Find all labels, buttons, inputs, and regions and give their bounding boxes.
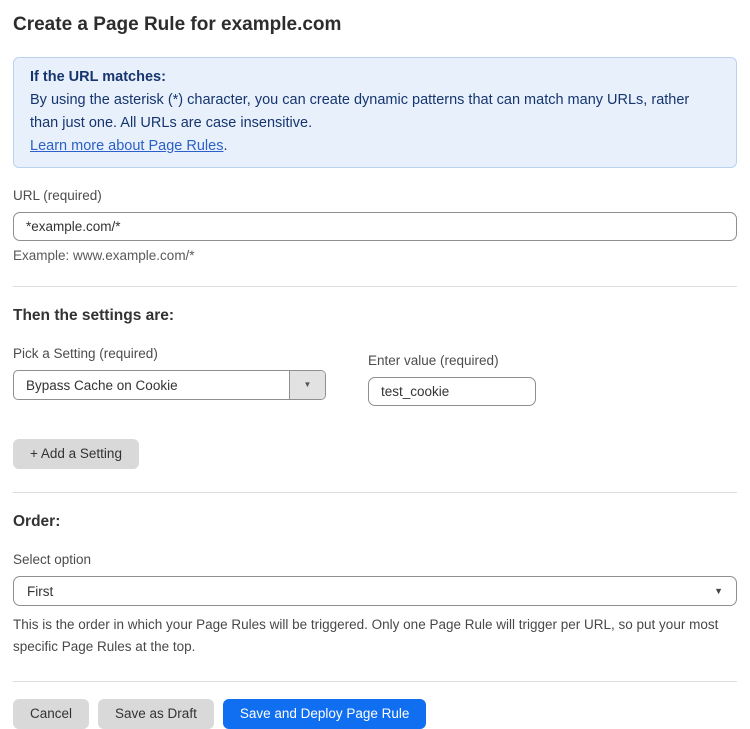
- setting-value-input[interactable]: [368, 377, 536, 406]
- info-box-body: By using the asterisk (*) character, you…: [30, 89, 720, 135]
- order-select[interactable]: First ▼: [13, 576, 737, 606]
- cancel-button[interactable]: Cancel: [13, 699, 89, 729]
- add-setting-button[interactable]: + Add a Setting: [13, 439, 139, 469]
- learn-more-link[interactable]: Learn more about Page Rules: [30, 138, 223, 154]
- url-label: URL (required): [13, 188, 737, 204]
- chevron-down-icon: ▼: [714, 587, 723, 596]
- enter-value-label: Enter value (required): [368, 353, 536, 369]
- order-help-text: This is the order in which your Page Rul…: [13, 614, 739, 658]
- url-input[interactable]: [13, 212, 737, 241]
- info-box-heading: If the URL matches:: [30, 66, 720, 89]
- url-matches-info-box: If the URL matches: By using the asteris…: [13, 57, 737, 168]
- divider: [13, 681, 737, 682]
- order-section-heading: Order:: [13, 513, 737, 531]
- create-page-rule-form: Create a Page Rule for example.com If th…: [0, 0, 750, 729]
- order-select-value: First: [27, 584, 53, 599]
- divider: [13, 492, 737, 493]
- link-suffix: .: [223, 138, 227, 154]
- chevron-down-icon: ▼: [304, 381, 312, 389]
- page-title: Create a Page Rule for example.com: [13, 14, 737, 36]
- setting-dropdown-value: Bypass Cache on Cookie: [14, 371, 289, 399]
- pick-setting-column: Pick a Setting (required) Bypass Cache o…: [13, 346, 326, 406]
- url-example-hint: Example: www.example.com/*: [13, 248, 737, 263]
- order-select-label: Select option: [13, 552, 737, 568]
- footer-actions: Cancel Save as Draft Save and Deploy Pag…: [13, 699, 737, 729]
- save-and-deploy-button[interactable]: Save and Deploy Page Rule: [223, 699, 427, 729]
- setting-dropdown-arrow-button[interactable]: ▼: [289, 371, 325, 399]
- settings-section-heading: Then the settings are:: [13, 307, 737, 325]
- setting-dropdown[interactable]: Bypass Cache on Cookie ▼: [13, 370, 326, 400]
- pick-setting-label: Pick a Setting (required): [13, 346, 326, 362]
- save-as-draft-button[interactable]: Save as Draft: [98, 699, 214, 729]
- divider: [13, 286, 737, 287]
- settings-row: Pick a Setting (required) Bypass Cache o…: [13, 346, 737, 406]
- info-box-link-line: Learn more about Page Rules.: [30, 135, 720, 158]
- enter-value-column: Enter value (required): [368, 346, 536, 406]
